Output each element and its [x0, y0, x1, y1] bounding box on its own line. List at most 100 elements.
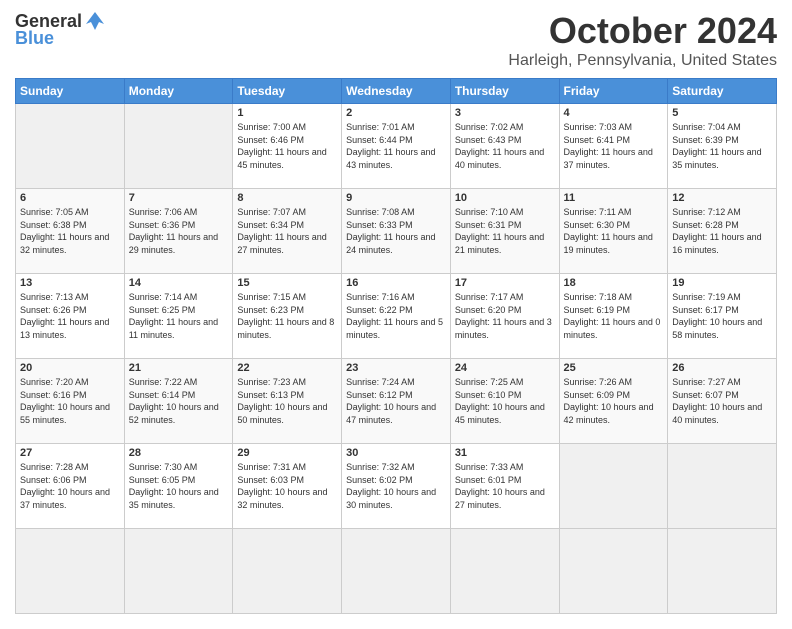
day-info: Sunrise: 7:26 AMSunset: 6:09 PMDaylight:… — [564, 376, 664, 426]
calendar-cell: 29 Sunrise: 7:31 AMSunset: 6:03 PMDaylig… — [233, 444, 342, 529]
day-info: Sunrise: 7:25 AMSunset: 6:10 PMDaylight:… — [455, 376, 555, 426]
header-friday: Friday — [559, 79, 668, 104]
day-number: 19 — [672, 277, 772, 289]
day-number: 27 — [20, 447, 120, 459]
day-info: Sunrise: 7:27 AMSunset: 6:07 PMDaylight:… — [672, 376, 772, 426]
day-info: Sunrise: 7:05 AMSunset: 6:38 PMDaylight:… — [20, 206, 120, 256]
header-monday: Monday — [124, 79, 233, 104]
day-number: 7 — [129, 192, 229, 204]
logo-bird-icon — [84, 10, 106, 32]
day-number: 5 — [672, 107, 772, 119]
calendar-cell — [124, 104, 233, 189]
calendar-cell: 16 Sunrise: 7:16 AMSunset: 6:22 PMDaylig… — [342, 274, 451, 359]
calendar-cell: 25 Sunrise: 7:26 AMSunset: 6:09 PMDaylig… — [559, 359, 668, 444]
day-info: Sunrise: 7:32 AMSunset: 6:02 PMDaylight:… — [346, 461, 446, 511]
calendar-cell: 21 Sunrise: 7:22 AMSunset: 6:14 PMDaylig… — [124, 359, 233, 444]
day-number: 4 — [564, 107, 664, 119]
calendar-table: Sunday Monday Tuesday Wednesday Thursday… — [15, 78, 777, 614]
day-info: Sunrise: 7:08 AMSunset: 6:33 PMDaylight:… — [346, 206, 446, 256]
day-number: 13 — [20, 277, 120, 289]
calendar-cell: 22 Sunrise: 7:23 AMSunset: 6:13 PMDaylig… — [233, 359, 342, 444]
day-info: Sunrise: 7:12 AMSunset: 6:28 PMDaylight:… — [672, 206, 772, 256]
day-number: 17 — [455, 277, 555, 289]
day-number: 25 — [564, 362, 664, 374]
day-number: 2 — [346, 107, 446, 119]
day-info: Sunrise: 7:18 AMSunset: 6:19 PMDaylight:… — [564, 291, 664, 341]
day-info: Sunrise: 7:17 AMSunset: 6:20 PMDaylight:… — [455, 291, 555, 341]
day-info: Sunrise: 7:30 AMSunset: 6:05 PMDaylight:… — [129, 461, 229, 511]
calendar-header-row: Sunday Monday Tuesday Wednesday Thursday… — [16, 79, 777, 104]
day-number: 11 — [564, 192, 664, 204]
calendar-cell — [450, 529, 559, 614]
day-number: 23 — [346, 362, 446, 374]
day-number: 21 — [129, 362, 229, 374]
day-number: 12 — [672, 192, 772, 204]
header-sunday: Sunday — [16, 79, 125, 104]
day-number: 10 — [455, 192, 555, 204]
calendar-cell — [668, 444, 777, 529]
month-title: October 2024 — [508, 10, 777, 52]
day-info: Sunrise: 7:31 AMSunset: 6:03 PMDaylight:… — [237, 461, 337, 511]
title-section: October 2024 Harleigh, Pennsylvania, Uni… — [508, 10, 777, 70]
day-number: 28 — [129, 447, 229, 459]
calendar-cell: 31 Sunrise: 7:33 AMSunset: 6:01 PMDaylig… — [450, 444, 559, 529]
day-info: Sunrise: 7:14 AMSunset: 6:25 PMDaylight:… — [129, 291, 229, 341]
day-number: 30 — [346, 447, 446, 459]
calendar-row: 27 Sunrise: 7:28 AMSunset: 6:06 PMDaylig… — [16, 444, 777, 529]
day-info: Sunrise: 7:16 AMSunset: 6:22 PMDaylight:… — [346, 291, 446, 341]
day-number: 8 — [237, 192, 337, 204]
day-info: Sunrise: 7:13 AMSunset: 6:26 PMDaylight:… — [20, 291, 120, 341]
calendar-cell: 12 Sunrise: 7:12 AMSunset: 6:28 PMDaylig… — [668, 189, 777, 274]
calendar-row: 6 Sunrise: 7:05 AMSunset: 6:38 PMDayligh… — [16, 189, 777, 274]
calendar-cell: 6 Sunrise: 7:05 AMSunset: 6:38 PMDayligh… — [16, 189, 125, 274]
header-saturday: Saturday — [668, 79, 777, 104]
calendar-cell: 18 Sunrise: 7:18 AMSunset: 6:19 PMDaylig… — [559, 274, 668, 359]
calendar-cell: 1 Sunrise: 7:00 AMSunset: 6:46 PMDayligh… — [233, 104, 342, 189]
day-info: Sunrise: 7:04 AMSunset: 6:39 PMDaylight:… — [672, 121, 772, 171]
calendar-cell — [668, 529, 777, 614]
calendar-cell: 24 Sunrise: 7:25 AMSunset: 6:10 PMDaylig… — [450, 359, 559, 444]
day-info: Sunrise: 7:15 AMSunset: 6:23 PMDaylight:… — [237, 291, 337, 341]
day-info: Sunrise: 7:33 AMSunset: 6:01 PMDaylight:… — [455, 461, 555, 511]
day-number: 20 — [20, 362, 120, 374]
day-number: 18 — [564, 277, 664, 289]
page-header: General Blue October 2024 Harleigh, Penn… — [15, 10, 777, 70]
day-info: Sunrise: 7:02 AMSunset: 6:43 PMDaylight:… — [455, 121, 555, 171]
calendar-cell: 4 Sunrise: 7:03 AMSunset: 6:41 PMDayligh… — [559, 104, 668, 189]
calendar-cell — [16, 529, 125, 614]
calendar-cell — [124, 529, 233, 614]
calendar-cell: 15 Sunrise: 7:15 AMSunset: 6:23 PMDaylig… — [233, 274, 342, 359]
logo: General Blue — [15, 10, 106, 49]
calendar-cell: 3 Sunrise: 7:02 AMSunset: 6:43 PMDayligh… — [450, 104, 559, 189]
day-number: 31 — [455, 447, 555, 459]
day-number: 3 — [455, 107, 555, 119]
header-tuesday: Tuesday — [233, 79, 342, 104]
day-number: 22 — [237, 362, 337, 374]
calendar-cell: 5 Sunrise: 7:04 AMSunset: 6:39 PMDayligh… — [668, 104, 777, 189]
day-info: Sunrise: 7:11 AMSunset: 6:30 PMDaylight:… — [564, 206, 664, 256]
day-number: 24 — [455, 362, 555, 374]
calendar-cell — [559, 529, 668, 614]
day-number: 15 — [237, 277, 337, 289]
calendar-cell — [559, 444, 668, 529]
calendar-cell: 7 Sunrise: 7:06 AMSunset: 6:36 PMDayligh… — [124, 189, 233, 274]
day-info: Sunrise: 7:24 AMSunset: 6:12 PMDaylight:… — [346, 376, 446, 426]
day-info: Sunrise: 7:20 AMSunset: 6:16 PMDaylight:… — [20, 376, 120, 426]
day-number: 16 — [346, 277, 446, 289]
day-info: Sunrise: 7:01 AMSunset: 6:44 PMDaylight:… — [346, 121, 446, 171]
day-number: 26 — [672, 362, 772, 374]
calendar-cell: 28 Sunrise: 7:30 AMSunset: 6:05 PMDaylig… — [124, 444, 233, 529]
header-thursday: Thursday — [450, 79, 559, 104]
calendar-row: 20 Sunrise: 7:20 AMSunset: 6:16 PMDaylig… — [16, 359, 777, 444]
header-wednesday: Wednesday — [342, 79, 451, 104]
day-number: 1 — [237, 107, 337, 119]
calendar-cell — [342, 529, 451, 614]
calendar-cell: 9 Sunrise: 7:08 AMSunset: 6:33 PMDayligh… — [342, 189, 451, 274]
calendar-cell: 13 Sunrise: 7:13 AMSunset: 6:26 PMDaylig… — [16, 274, 125, 359]
calendar-cell: 11 Sunrise: 7:11 AMSunset: 6:30 PMDaylig… — [559, 189, 668, 274]
day-number: 6 — [20, 192, 120, 204]
calendar-cell: 8 Sunrise: 7:07 AMSunset: 6:34 PMDayligh… — [233, 189, 342, 274]
day-info: Sunrise: 7:03 AMSunset: 6:41 PMDaylight:… — [564, 121, 664, 171]
calendar-cell: 10 Sunrise: 7:10 AMSunset: 6:31 PMDaylig… — [450, 189, 559, 274]
calendar-cell: 30 Sunrise: 7:32 AMSunset: 6:02 PMDaylig… — [342, 444, 451, 529]
